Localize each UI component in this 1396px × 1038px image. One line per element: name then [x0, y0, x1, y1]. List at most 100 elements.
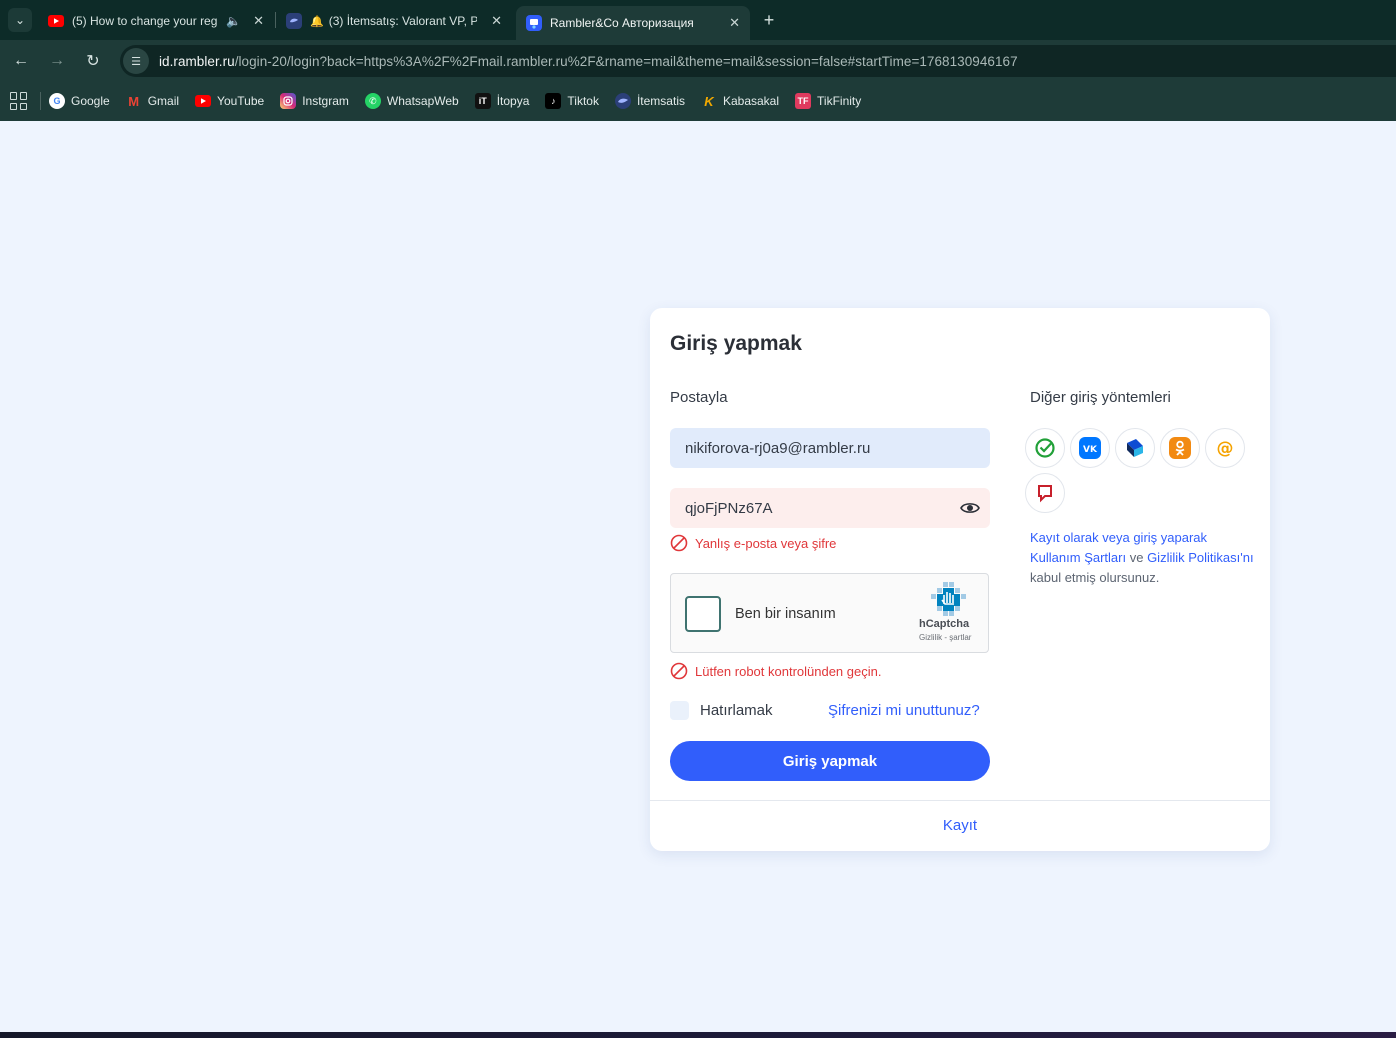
captcha-checkbox[interactable]: [685, 596, 721, 632]
bookmark-itemsatis[interactable]: İtemsatis: [614, 93, 685, 109]
tab-youtube[interactable]: (5) How to change your reg 🔈 ✕: [38, 6, 274, 36]
arrow-left-icon: ←: [13, 52, 29, 69]
terms-prefix: Kayıt olarak veya giriş yaparak: [1030, 530, 1208, 545]
close-tab-icon[interactable]: ✕: [485, 13, 502, 29]
privacy-policy-link[interactable]: Gizlilik Politikası'nı: [1147, 550, 1254, 565]
credentials-error: Yanlış e-posta veya şifre: [670, 534, 836, 552]
captcha-privacy-terms[interactable]: Gizlilik - şartlar: [919, 633, 971, 642]
bookmark-youtube[interactable]: YouTube: [195, 93, 264, 109]
register-link[interactable]: Kayıt: [650, 817, 1270, 834]
url-text[interactable]: id.rambler.ru/login-20/login?back=https%…: [159, 54, 1018, 69]
yandex-button[interactable]: [1025, 473, 1065, 513]
bookmark-google[interactable]: G Google: [49, 93, 110, 109]
hcaptcha-widget: Ben bir insanım hCaptcha Gizlilik - şart…: [670, 573, 989, 653]
bookmark-tiktok[interactable]: ♪ Tiktok: [545, 93, 599, 109]
odnoklassniki-button[interactable]: [1160, 428, 1200, 468]
error-text: Yanlış e-posta veya şifre: [695, 535, 837, 551]
odnoklassniki-icon: [1169, 437, 1191, 459]
tab-title: (3) İtemsatış: Valorant VP, P: [328, 14, 477, 28]
apps-grid-icon[interactable]: [10, 92, 28, 110]
bookmark-instagram[interactable]: Instgram: [280, 93, 349, 109]
mailru-icon: @: [1217, 439, 1234, 459]
vk-icon: VK: [1079, 437, 1101, 459]
forward-button[interactable]: →: [44, 48, 70, 74]
rambler-icon: [526, 15, 542, 31]
bookmark-label: WhatsapWeb: [386, 94, 459, 108]
tab-search-button[interactable]: ⌄: [8, 8, 32, 32]
sber-id-button[interactable]: [1025, 428, 1065, 468]
close-tab-icon[interactable]: ✕: [247, 13, 264, 29]
youtube-icon: [195, 93, 212, 109]
other-methods-label: Diğer giriş yöntemleri: [1030, 389, 1171, 406]
login-card: Giriş yapmak Postayla nikiforova-rj0a9@r…: [650, 308, 1270, 851]
terms-notice: Kayıt olarak veya giriş yaparak Kullanım…: [1030, 528, 1260, 588]
os-taskbar-edge: [0, 1032, 1396, 1038]
gosuslugi-button[interactable]: [1115, 428, 1155, 468]
bookmark-label: İtopya: [496, 94, 530, 108]
back-button[interactable]: ←: [8, 48, 34, 74]
password-field[interactable]: qjoFjPNz67A: [670, 488, 990, 528]
bookmark-gmail[interactable]: M Gmail: [126, 93, 179, 109]
tikfinity-icon: TF: [795, 93, 812, 109]
password-value: qjoFjPNz67A: [685, 499, 773, 517]
itopya-icon: iT: [474, 93, 491, 109]
tab-title: (5) How to change your reg: [72, 14, 218, 28]
bookmark-kabasakal[interactable]: K Kabasakal: [701, 93, 779, 109]
bookmarks-bar: G Google M Gmail YouTube Instgram ✆ What…: [0, 81, 1396, 121]
youtube-icon: [48, 13, 64, 29]
terms-of-use-link[interactable]: Kullanım Şartları: [1030, 550, 1126, 565]
error-icon: [670, 534, 688, 552]
mailru-button[interactable]: @: [1205, 428, 1245, 468]
terms-suffix: kabul etmiş olursunuz.: [1030, 570, 1160, 585]
remember-me[interactable]: Hatırlamak: [670, 701, 773, 720]
captcha-error: Lütfen robot kontrolünden geçin.: [670, 662, 881, 680]
tab-itemsatis[interactable]: 🔔 (3) İtemsatış: Valorant VP, P ✕: [276, 6, 512, 36]
bookmark-label: Google: [71, 94, 110, 108]
browser-toolbar: ← → ↻ ☰ id.rambler.ru/login-20/login?bac…: [0, 40, 1396, 81]
url-host: id.rambler.ru: [159, 53, 235, 69]
reload-icon: ↻: [86, 53, 100, 70]
bookmarks-separator: [40, 92, 41, 110]
remember-checkbox[interactable]: [670, 701, 689, 720]
kabasakal-icon: K: [704, 93, 714, 109]
bookmark-label: Gmail: [147, 94, 180, 108]
remember-label: Hatırlamak: [700, 702, 773, 719]
hcaptcha-logo-icon: [931, 582, 966, 616]
login-button[interactable]: Giriş yapmak: [670, 741, 990, 781]
forgot-password-link[interactable]: Şifrenizi mi unuttunuz?: [828, 702, 980, 719]
tune-icon: ☰: [131, 55, 141, 68]
gmail-icon: M: [128, 93, 140, 109]
page-title: Giriş yapmak: [670, 332, 802, 355]
gosuslugi-icon: [1127, 439, 1143, 457]
site-info-button[interactable]: ☰: [123, 48, 149, 74]
bell-icon: 🔔: [310, 15, 324, 28]
eye-icon[interactable]: [960, 499, 980, 517]
bookmark-itopya[interactable]: iT İtopya: [474, 93, 530, 109]
new-tab-button[interactable]: +: [758, 9, 780, 31]
captcha-brand: hCaptcha: [919, 618, 970, 630]
bookmark-label: YouTube: [217, 94, 265, 108]
tab-rambler[interactable]: Rambler&Co Авторизация ✕: [516, 6, 750, 40]
speaker-icon[interactable]: 🔈: [226, 14, 241, 28]
close-tab-icon[interactable]: ✕: [723, 15, 740, 31]
email-field[interactable]: nikiforova-rj0a9@rambler.ru: [670, 428, 990, 468]
vk-button[interactable]: VK: [1070, 428, 1110, 468]
tab-strip: ⌄ (5) How to change your reg 🔈 ✕ 🔔 (3) İ…: [0, 0, 1396, 40]
error-icon: [670, 662, 688, 680]
bookmark-label: TikFinity: [817, 94, 862, 108]
whatsapp-icon: ✆: [364, 93, 381, 109]
bookmark-label: Instgram: [302, 94, 349, 108]
svg-text:@: @: [1217, 439, 1234, 459]
instagram-icon: [280, 93, 297, 109]
bookmark-label: Kabasakal: [722, 94, 780, 108]
bookmark-tikfinity[interactable]: TF TikFinity: [795, 93, 861, 109]
bookmark-whatsapp[interactable]: ✆ WhatsapWeb: [364, 93, 459, 109]
error-text: Lütfen robot kontrolünden geçin.: [695, 663, 882, 679]
tiktok-icon: ♪: [545, 93, 562, 109]
mail-section-label: Postayla: [670, 389, 728, 406]
reload-button[interactable]: ↻: [80, 48, 106, 74]
bookmark-label: İtemsatis: [636, 94, 685, 108]
address-bar[interactable]: ☰ id.rambler.ru/login-20/login?back=http…: [120, 45, 1396, 77]
divider: [650, 800, 1270, 801]
url-path: /login-20/login?back=https%3A%2F%2Fmail.…: [234, 53, 1018, 69]
